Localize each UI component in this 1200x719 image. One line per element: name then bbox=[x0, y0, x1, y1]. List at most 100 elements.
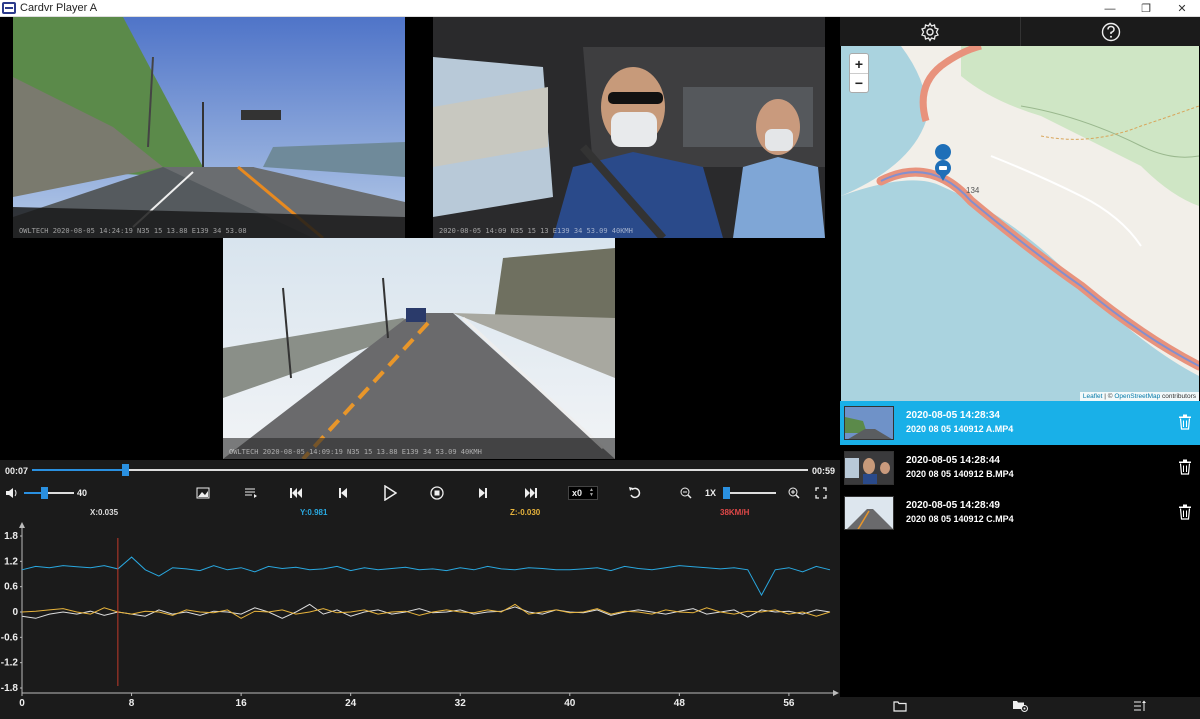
help-icon bbox=[1101, 22, 1120, 41]
x-tick-label: 56 bbox=[783, 698, 795, 709]
progress-bar: 00:07 00:59 bbox=[0, 460, 840, 482]
settings-button[interactable] bbox=[840, 17, 1020, 46]
map-tiles: 134 bbox=[841, 46, 1199, 401]
volume-thumb[interactable] bbox=[41, 487, 48, 499]
speed-slider[interactable] bbox=[723, 487, 776, 499]
x-axis-readout: X:0.035 bbox=[90, 508, 119, 517]
attribution-tail: contributors bbox=[1160, 393, 1196, 400]
delete-file-c-button[interactable] bbox=[1178, 504, 1192, 525]
current-time: 00:07 bbox=[5, 466, 29, 476]
sort-list-button[interactable] bbox=[1133, 699, 1147, 717]
step-back-icon[interactable] bbox=[334, 484, 352, 502]
y-tick-label: 1.2 bbox=[4, 556, 18, 567]
delete-file-a-button[interactable] bbox=[1178, 414, 1192, 435]
minimize-button[interactable]: — bbox=[1092, 0, 1128, 17]
stop-icon[interactable] bbox=[427, 484, 447, 502]
delete-file-b-button[interactable] bbox=[1178, 459, 1192, 480]
file-thumbnail bbox=[844, 451, 894, 485]
front-camera-stamp: OWLTECH 2020-08-05 14:24:19 N35 15 13.88… bbox=[19, 227, 247, 235]
x-tick-label: 24 bbox=[345, 698, 357, 709]
title-bar: Cardvr Player A — ❐ ✕ bbox=[0, 0, 1200, 17]
speed-thumb[interactable] bbox=[723, 487, 730, 499]
sort-icon bbox=[1134, 700, 1147, 711]
loop-icon[interactable] bbox=[625, 484, 645, 502]
osm-link[interactable]: OpenStreetMap bbox=[1114, 393, 1160, 400]
step-forward-icon[interactable] bbox=[474, 484, 492, 502]
video-area[interactable]: OWLTECH 2020-08-05 14:24:19 N35 15 13.88… bbox=[0, 17, 840, 460]
playback-speed-label: 1X bbox=[705, 488, 717, 498]
cabin-camera-image bbox=[433, 17, 825, 238]
file-list: 2020-08-05 14:28:34 2020 08 05 140912 A.… bbox=[840, 401, 1200, 536]
gear-icon bbox=[921, 21, 939, 42]
file-item-a[interactable]: 2020-08-05 14:28:34 2020 08 05 140912 A.… bbox=[840, 401, 1200, 445]
x-tick-label: 48 bbox=[674, 698, 686, 709]
volume-slider[interactable] bbox=[24, 487, 74, 499]
file-date: 2020-08-05 14:28:44 bbox=[906, 455, 1000, 466]
x-tick-label: 32 bbox=[455, 698, 467, 709]
zoom-out-icon[interactable] bbox=[678, 484, 694, 502]
folder-icon bbox=[893, 701, 907, 712]
rear-camera-view[interactable]: OWLTECH 2020-08-05 14:09:19 N35 15 13.88… bbox=[223, 238, 615, 459]
speed-stepper-value: x0 bbox=[572, 488, 583, 498]
fullscreen-icon[interactable] bbox=[813, 484, 829, 502]
close-button[interactable]: ✕ bbox=[1164, 0, 1200, 17]
seek-thumb[interactable] bbox=[122, 464, 130, 476]
volume-icon[interactable] bbox=[4, 484, 20, 502]
cabin-camera-stamp: 2020-08-05 14:09 N35 15 13 E139 34 53.09… bbox=[439, 227, 633, 235]
skip-back-icon[interactable] bbox=[287, 484, 305, 502]
window-title: Cardvr Player A bbox=[20, 2, 98, 14]
map-attribution: Leaflet | © OpenStreetMap contributors bbox=[1079, 392, 1199, 401]
app-icon bbox=[2, 2, 16, 14]
right-panel: 134 + − Leaflet | © OpenStreetMap contri… bbox=[840, 17, 1200, 719]
leaflet-link[interactable]: Leaflet bbox=[1083, 393, 1103, 400]
play-icon[interactable] bbox=[380, 484, 400, 502]
seek-fill bbox=[32, 469, 126, 471]
x-axis-arrow bbox=[833, 690, 839, 696]
map-zoom-out-button[interactable]: − bbox=[850, 73, 868, 92]
x-tick-label: 40 bbox=[564, 698, 576, 709]
rear-camera-image bbox=[223, 238, 615, 459]
gsensor-chart[interactable]: 1.8 1.2 0.6 0 -0.6 -1.2 -1.8 0 8 16 24 32 40 48 56 bbox=[0, 521, 840, 719]
front-camera-view[interactable]: OWLTECH 2020-08-05 14:24:19 N35 15 13.88… bbox=[13, 17, 405, 238]
cabin-camera-view[interactable]: 2020-08-05 14:09 N35 15 13 E139 34 53.09… bbox=[433, 17, 825, 238]
file-name: 2020 08 05 140912 B.MP4 bbox=[906, 469, 1014, 479]
file-name: 2020 08 05 140912 A.MP4 bbox=[906, 424, 1014, 434]
zoom-in-icon[interactable] bbox=[786, 484, 802, 502]
playback-controls: 40 x0 ▲ ▼ 1X bbox=[0, 482, 840, 504]
speed-stepper[interactable]: x0 ▲ ▼ bbox=[568, 486, 598, 500]
seek-track[interactable] bbox=[32, 464, 808, 476]
file-date: 2020-08-05 14:28:49 bbox=[906, 500, 1000, 511]
file-date: 2020-08-05 14:28:34 bbox=[906, 410, 1000, 421]
z-axis-readout: Z:-0.030 bbox=[510, 508, 541, 517]
x-tick-label: 0 bbox=[19, 698, 25, 709]
y-axis-arrow bbox=[19, 522, 25, 528]
y-tick-label: 1.8 bbox=[4, 531, 18, 542]
speed-readout: 38KM/H bbox=[720, 508, 750, 517]
sensor-readouts: X:0.035 Y:0.981 Z:-0.030 38KM/H bbox=[0, 504, 840, 521]
file-item-c[interactable]: 2020-08-05 14:28:49 2020 08 05 140912 C.… bbox=[840, 491, 1200, 535]
maximize-button[interactable]: ❐ bbox=[1128, 0, 1164, 17]
y-tick-label: 0 bbox=[12, 607, 18, 618]
series-line-0 bbox=[21, 556, 831, 597]
file-item-b[interactable]: 2020-08-05 14:28:44 2020 08 05 140912 B.… bbox=[840, 446, 1200, 490]
snapshot-icon[interactable] bbox=[194, 484, 212, 502]
help-button[interactable] bbox=[1020, 17, 1200, 46]
load-sd-button[interactable] bbox=[1012, 699, 1028, 717]
file-thumbnail bbox=[844, 496, 894, 530]
folder-settings-icon bbox=[1012, 701, 1028, 712]
map-zoom-in-button[interactable]: + bbox=[850, 54, 868, 73]
file-toolbar bbox=[840, 697, 1200, 719]
map-view[interactable]: 134 + − Leaflet | © OpenStreetMap contri… bbox=[841, 46, 1199, 401]
y-axis-readout: Y:0.981 bbox=[300, 508, 328, 517]
playlist-icon[interactable] bbox=[242, 484, 260, 502]
open-folder-button[interactable] bbox=[893, 699, 907, 717]
y-tick-label: -1.8 bbox=[1, 683, 19, 694]
y-tick-label: -0.6 bbox=[1, 632, 19, 643]
y-tick-label: 0.6 bbox=[4, 582, 18, 593]
file-thumbnail bbox=[844, 406, 894, 440]
total-time: 00:59 bbox=[811, 466, 835, 476]
skip-forward-icon[interactable] bbox=[522, 484, 540, 502]
front-camera-image bbox=[13, 17, 405, 238]
stepper-arrows-icon[interactable]: ▲ ▼ bbox=[589, 488, 594, 498]
trash-icon bbox=[1179, 414, 1191, 430]
